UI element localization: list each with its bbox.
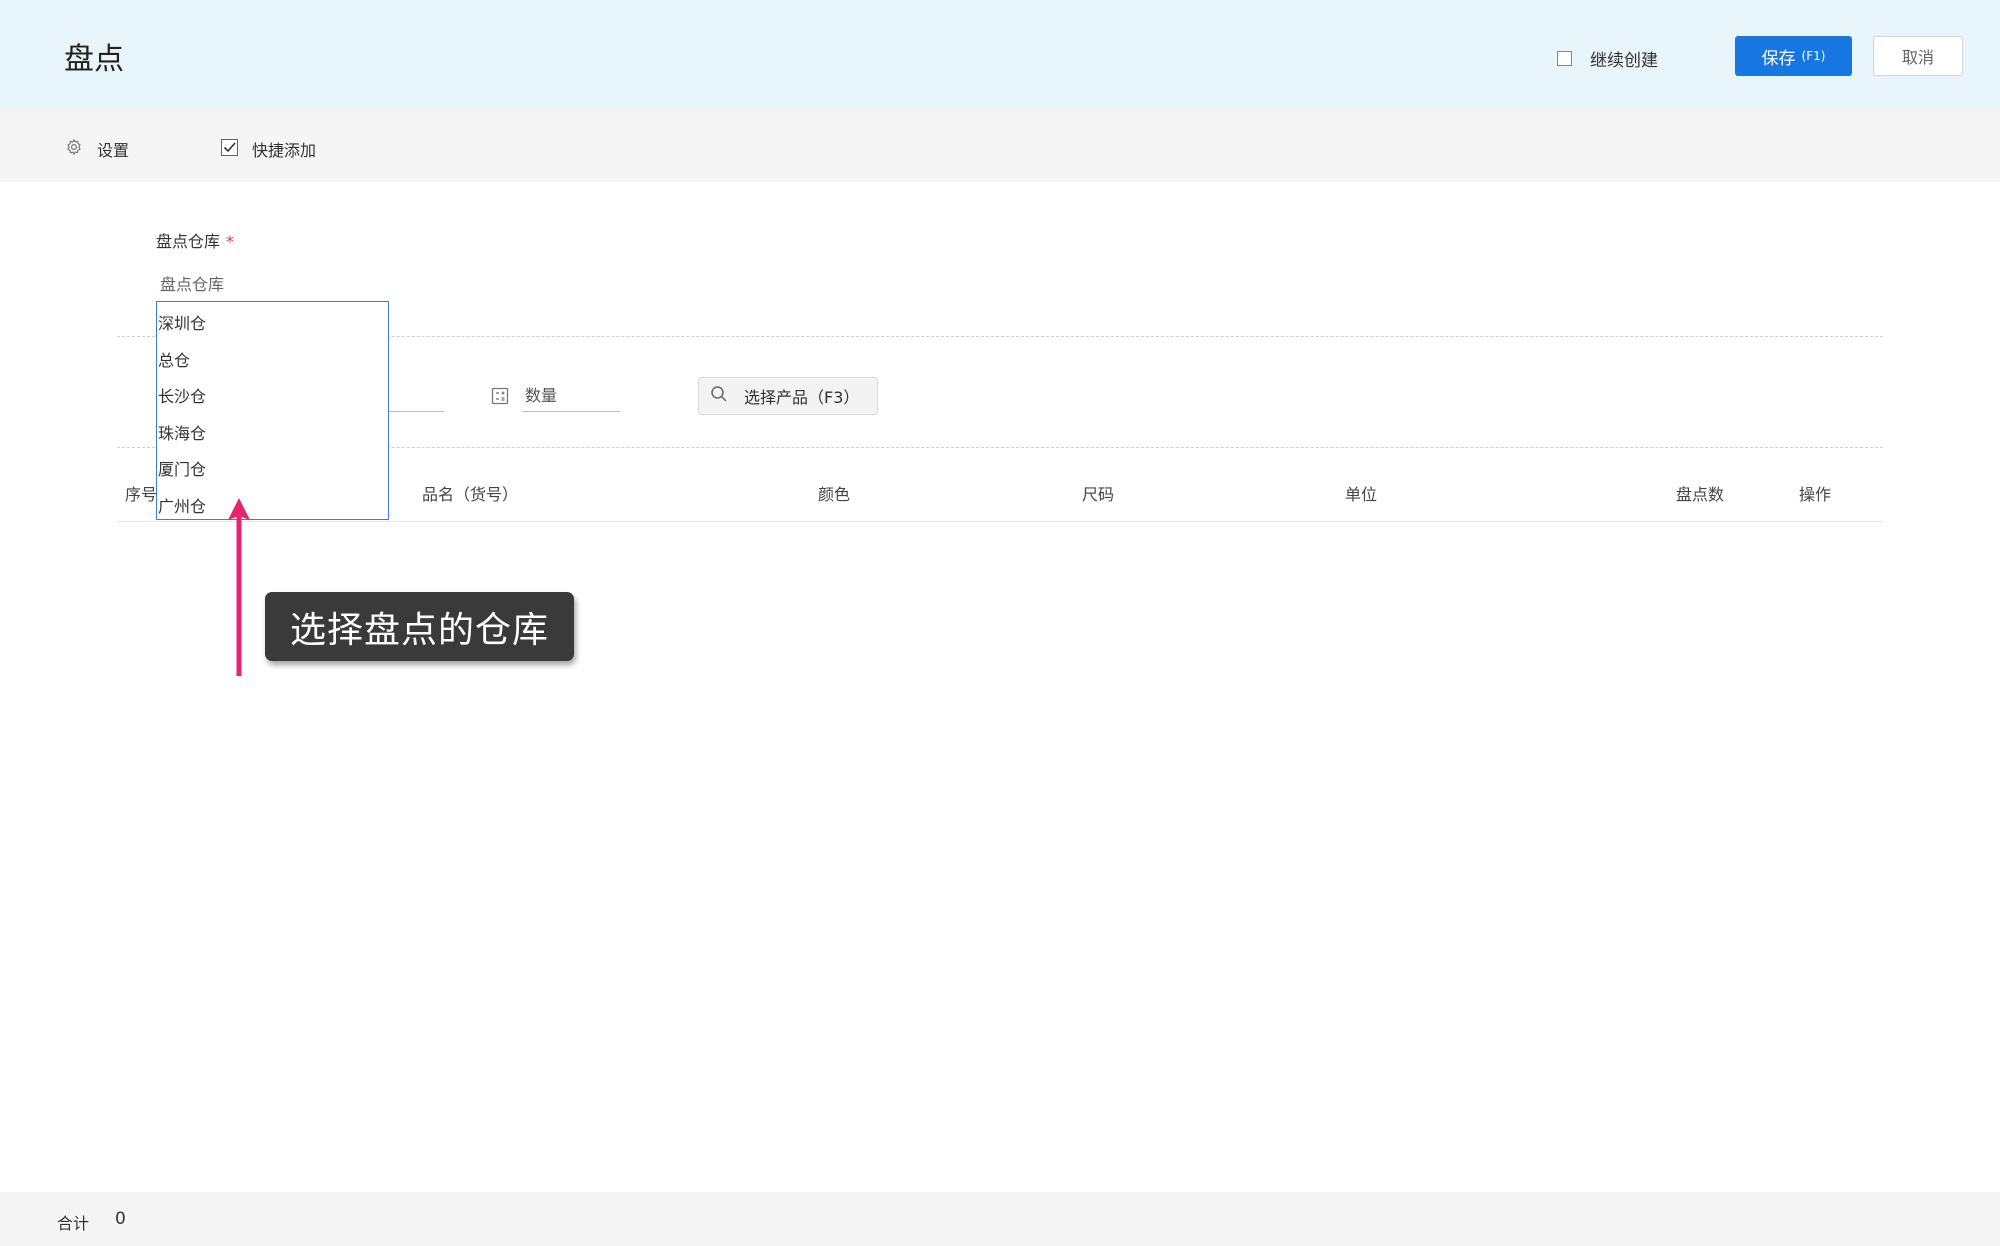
column-header-actions: 操作 (1799, 485, 1832, 504)
quick-add-toggle[interactable]: 快捷添加 (221, 137, 316, 161)
checkbox-checked-icon[interactable] (221, 138, 238, 160)
save-button-label: 保存 (1761, 48, 1796, 69)
continue-create-toggle[interactable]: 继续创建 (1557, 46, 1658, 71)
select-product-label: 选择产品（F3） (744, 388, 860, 407)
page-title: 盘点 (64, 42, 124, 77)
search-icon (710, 385, 728, 407)
calculator-icon (491, 387, 509, 409)
warehouse-dropdown[interactable]: 深圳仓 总仓 长沙仓 珠海仓 厦门仓 广州仓 (156, 301, 389, 520)
quick-add-label: 快捷添加 (252, 141, 317, 160)
gear-icon (65, 138, 83, 160)
total-label: 合计 (57, 1214, 90, 1233)
barcode-input-underline[interactable] (386, 411, 444, 412)
select-product-button[interactable]: 选择产品（F3） (698, 377, 878, 415)
column-header-index: 序号 (125, 485, 158, 504)
column-header-product-name: 品名（货号） (422, 485, 519, 504)
warehouse-option[interactable]: 珠海仓 (157, 416, 388, 453)
warehouse-option[interactable]: 深圳仓 (157, 306, 388, 343)
annotation-arrow-icon (228, 498, 250, 682)
warehouse-input[interactable] (156, 270, 394, 298)
settings-label: 设置 (97, 141, 130, 160)
column-header-unit: 单位 (1345, 485, 1378, 504)
save-button[interactable]: 保存 (F1) (1735, 36, 1852, 76)
settings-button[interactable]: 设置 (65, 137, 129, 161)
column-header-color: 颜色 (818, 485, 851, 504)
page-header (0, 0, 2000, 110)
warehouse-option[interactable]: 长沙仓 (157, 379, 388, 416)
warehouse-option[interactable]: 广州仓 (157, 489, 388, 526)
total-value: 0 (115, 1209, 126, 1229)
annotation-callout: 选择盘点的仓库 (265, 592, 574, 661)
warehouse-option[interactable]: 总仓 (157, 343, 388, 380)
required-mark: * (226, 232, 235, 251)
save-hotkey: (F1) (1801, 49, 1826, 63)
column-header-size: 尺码 (1082, 485, 1115, 504)
warehouse-option[interactable]: 厦门仓 (157, 452, 388, 489)
cancel-button[interactable]: 取消 (1873, 36, 1963, 76)
warehouse-field-label: 盘点仓库 * (156, 228, 234, 252)
footer-bar (0, 1192, 2000, 1246)
continue-create-checkbox[interactable] (1557, 51, 1572, 66)
column-header-count: 盘点数 (1676, 485, 1725, 504)
warehouse-label-text: 盘点仓库 (156, 232, 221, 251)
continue-create-label: 继续创建 (1590, 51, 1658, 71)
quantity-input[interactable] (522, 380, 620, 412)
